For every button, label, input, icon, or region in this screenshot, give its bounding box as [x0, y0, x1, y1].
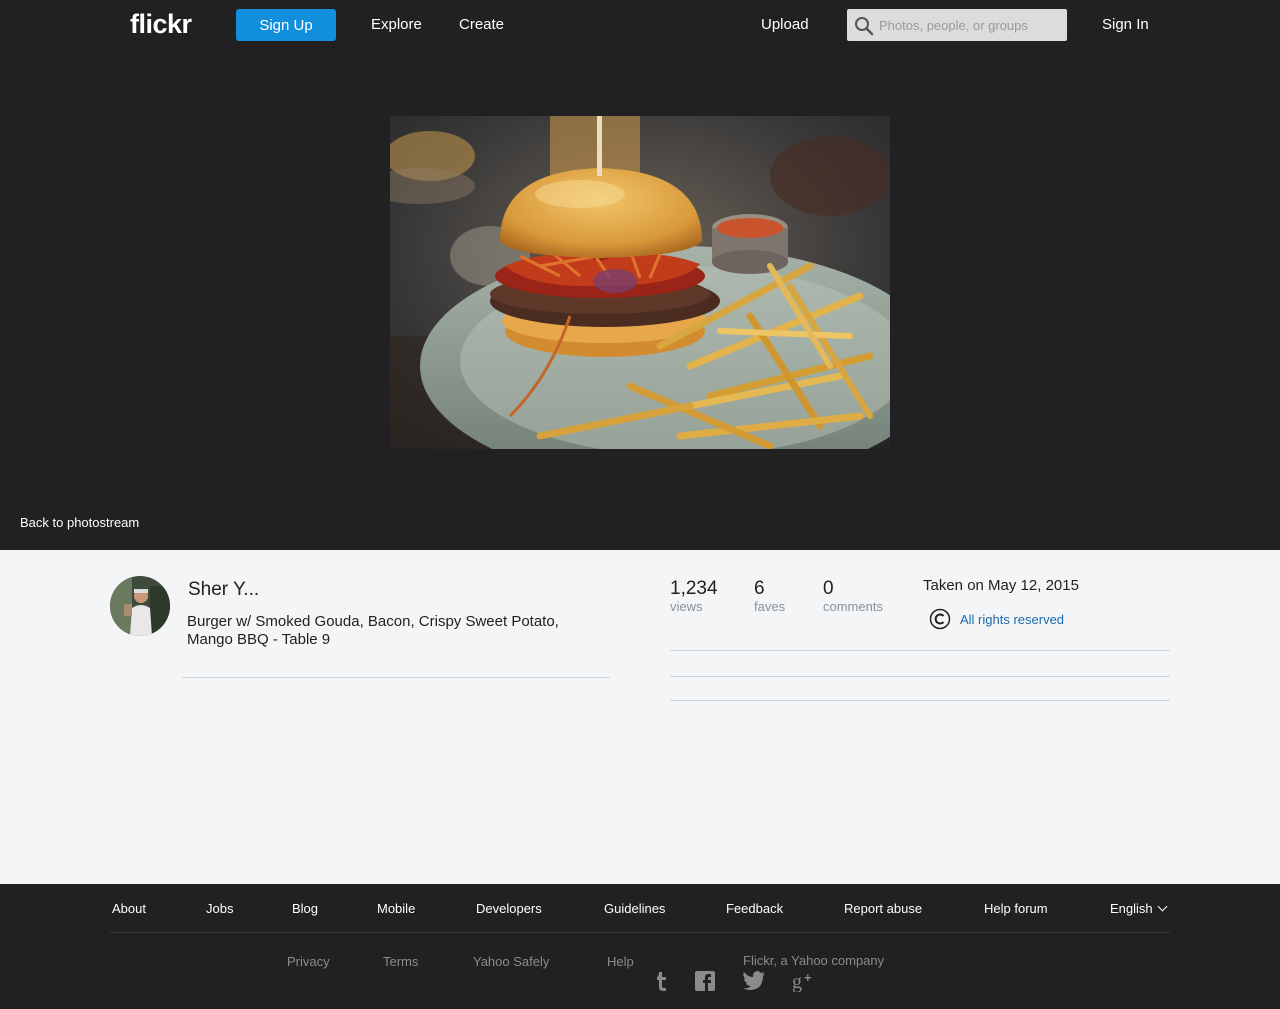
- footer-link-about[interactable]: About: [112, 901, 146, 916]
- faves-stat: 6 faves: [754, 578, 785, 613]
- views-count: 1,234: [670, 578, 718, 599]
- comments-stat: 0 comments: [823, 578, 883, 613]
- search-icon[interactable]: [854, 16, 874, 36]
- divider: [182, 677, 610, 678]
- faves-label: faves: [754, 599, 786, 614]
- language-label: English: [1110, 901, 1153, 916]
- photo-stage: Back to photostream: [0, 50, 1280, 550]
- back-to-photostream-link[interactable]: Back to photostream: [20, 515, 139, 530]
- footer-link-blog[interactable]: Blog: [292, 901, 318, 916]
- comments-count: 0: [823, 578, 834, 599]
- footer-link-privacy[interactable]: Privacy: [287, 954, 330, 969]
- facebook-icon[interactable]: [694, 970, 718, 992]
- main-photo[interactable]: [390, 116, 890, 449]
- photo-title: Burger w/ Smoked Gouda, Bacon, Crispy Sw…: [187, 613, 559, 648]
- company-text: Flickr, a Yahoo company: [743, 953, 885, 968]
- views-label: views: [670, 599, 703, 614]
- footer-link-jobs[interactable]: Jobs: [206, 901, 233, 916]
- language-selector[interactable]: English: [1110, 901, 1168, 916]
- footer-link-feedback[interactable]: Feedback: [726, 901, 783, 916]
- license-info: All rights reserved: [929, 608, 1064, 630]
- footer-link-yahoo-safely[interactable]: Yahoo Safely: [473, 954, 549, 969]
- sign-in-link[interactable]: Sign In: [1102, 16, 1149, 33]
- chevron-down-icon: [1157, 901, 1168, 912]
- owner-name-link[interactable]: Sher Y...: [188, 579, 259, 601]
- license-link[interactable]: All rights reserved: [960, 612, 1064, 627]
- divider: [670, 676, 1170, 677]
- twitter-icon[interactable]: [742, 970, 766, 992]
- tumblr-icon[interactable]: [650, 970, 674, 992]
- footer-link-report-abuse[interactable]: Report abuse: [844, 901, 922, 916]
- footer-link-mobile[interactable]: Mobile: [377, 901, 415, 916]
- footer-link-help-forum[interactable]: Help forum: [984, 901, 1048, 916]
- views-stat: 1,234 views: [670, 578, 718, 613]
- nav-create-link[interactable]: Create: [459, 16, 504, 33]
- footer: About Jobs Blog Mobile Developers Guidel…: [0, 884, 1280, 1009]
- faves-count: 6: [754, 578, 765, 599]
- search-box: [847, 9, 1067, 41]
- footer-link-terms[interactable]: Terms: [383, 954, 418, 969]
- svg-text:+: +: [804, 970, 812, 985]
- divider: [670, 650, 1170, 651]
- footer-divider: [110, 932, 1170, 933]
- nav-explore-link[interactable]: Explore: [371, 16, 422, 33]
- comments-label: comments: [823, 599, 883, 614]
- date-taken[interactable]: Taken on May 12, 2015: [923, 577, 1079, 594]
- footer-link-guidelines[interactable]: Guidelines: [604, 901, 665, 916]
- divider: [670, 700, 1170, 701]
- google-plus-icon[interactable]: g +: [792, 970, 816, 992]
- upload-link[interactable]: Upload: [761, 16, 809, 33]
- copyright-icon: [929, 608, 951, 630]
- footer-link-help[interactable]: Help: [607, 954, 634, 969]
- sign-up-button[interactable]: Sign Up: [236, 9, 336, 41]
- svg-text:g: g: [792, 971, 802, 992]
- flickr-logo[interactable]: flickr: [130, 9, 192, 40]
- top-navigation-bar: flickr Sign Up Explore Create Upload Sig…: [0, 0, 1280, 50]
- footer-link-developers[interactable]: Developers: [476, 901, 542, 916]
- avatar[interactable]: [110, 576, 170, 636]
- search-input[interactable]: [879, 9, 1063, 41]
